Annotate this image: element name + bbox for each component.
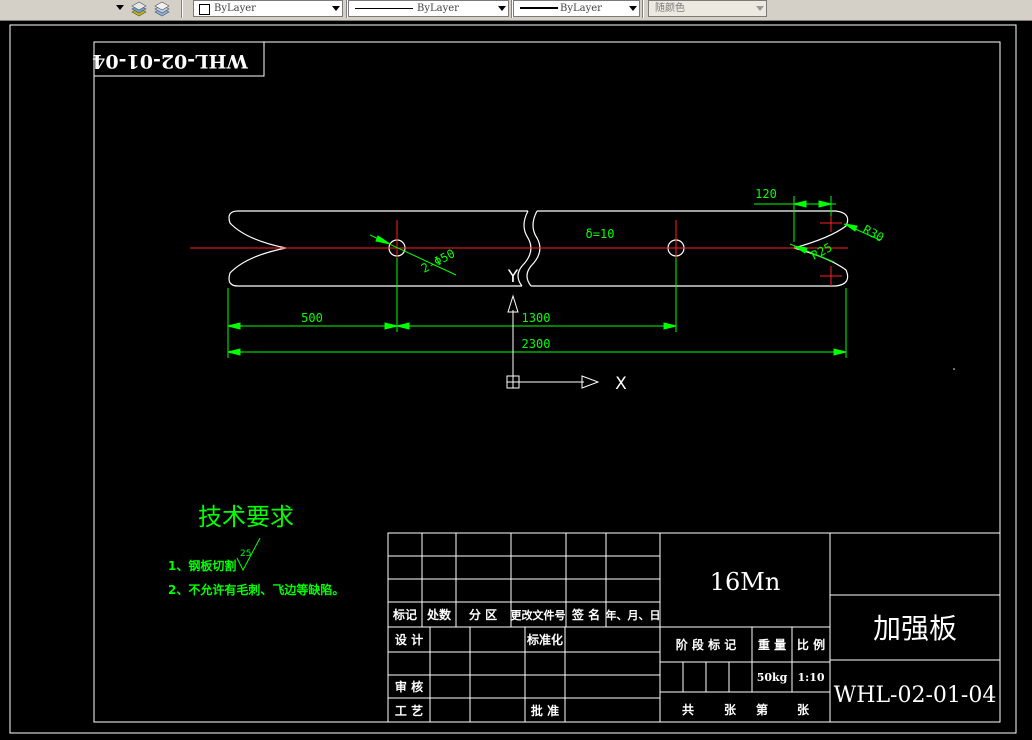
sheets-unit2-label: 张 [797, 702, 810, 717]
title-block-texts: 标记 处数 分 区 更改文件号 签 名 年、月、日 设 计 标准化 审 核 工 … [392, 568, 996, 718]
chevron-down-icon [498, 6, 506, 11]
tech-note-1: 1、钢板切割 [168, 558, 236, 573]
roughness-value: 25 [240, 549, 251, 559]
dim-2300-label: 2300 [522, 337, 551, 351]
axis-x-label: X [615, 374, 627, 394]
layer-stack-icon[interactable] [130, 1, 148, 17]
drawing-number: WHL-02-01-04 [834, 683, 997, 708]
rev-date-label: 年、月、日 [606, 608, 661, 622]
rev-count-label: 处数 [426, 607, 452, 622]
dim-120-label: 120 [755, 187, 777, 201]
review-label: 审 核 [395, 679, 423, 694]
lineweight-value: ByLayer [560, 3, 602, 14]
sheet-no-label: 第 [756, 702, 768, 717]
color-control-dropdown[interactable]: ByLayer [193, 0, 343, 17]
linetype-preview [355, 8, 413, 9]
lineweight-preview [520, 7, 558, 9]
stage-mark-label: 阶 段 标 记 [676, 637, 737, 652]
technical-requirements: 技术要求 1、钢板切割 25 2、不允许有毛刺、飞边等缺陷。 [168, 503, 344, 597]
holes-label: 2-Φ50 [419, 246, 457, 275]
axis-y-label: Y [507, 267, 519, 287]
approve-label: 批 准 [531, 703, 559, 718]
weight-label: 重 量 [758, 637, 786, 652]
chevron-down-icon [629, 6, 637, 11]
part-name: 加强板 [873, 612, 957, 645]
dimension-lines [227, 196, 881, 358]
sheets-unit1-label: 张 [724, 702, 737, 717]
chevron-down-icon [756, 6, 764, 11]
chevron-down-icon [332, 6, 340, 11]
rev-doc-label: 更改文件号 [511, 608, 566, 622]
weight-value: 50kg [757, 671, 788, 684]
stray-point [953, 368, 955, 370]
drawing-canvas[interactable]: WHL-02-01-04 500 1300 2300 120 2-Φ50 R30… [0, 20, 1032, 740]
scale-label: 比 例 [797, 637, 825, 652]
radius-r25-label: R25 [809, 240, 835, 263]
linetype-control-dropdown[interactable]: ByLayer [348, 0, 509, 17]
tech-title: 技术要求 [198, 503, 294, 531]
linetype-value: ByLayer [417, 3, 459, 14]
rev-mark-label: 标记 [392, 607, 417, 622]
header-code-text: WHL-02-01-04 [92, 50, 249, 72]
standardize-label: 标准化 [526, 632, 563, 647]
process-label: 工 艺 [395, 703, 423, 718]
tech-note-2: 2、不允许有毛刺、飞边等缺陷。 [168, 582, 344, 597]
layer-states-icon[interactable] [153, 1, 171, 17]
rev-zone-label: 分 区 [469, 607, 497, 622]
design-label: 设 计 [395, 632, 423, 647]
header-code-box: WHL-02-01-04 [92, 41, 265, 77]
center-lines [190, 214, 848, 286]
plotstyle-control-dropdown: 随颜色 [648, 0, 767, 17]
scale-value: 1:10 [797, 671, 824, 684]
plotstyle-value: 随颜色 [655, 3, 685, 14]
dropdown-arrow-icon[interactable] [116, 5, 124, 10]
rev-sign-label: 签 名 [571, 607, 600, 622]
color-value: ByLayer [214, 3, 256, 14]
roughness-symbol: 25 [236, 537, 261, 572]
dim-1300-label: 1300 [522, 311, 551, 325]
properties-toolbar: ByLayer ByLayer ByLayer 随颜色 [0, 0, 1032, 21]
lineweight-control-dropdown[interactable]: ByLayer [513, 0, 640, 17]
dim-500-label: 500 [301, 311, 323, 325]
sheets-total-label: 共 [682, 702, 694, 717]
thickness-label: δ=10 [586, 227, 615, 241]
color-swatch [199, 4, 210, 15]
radius-r30-label: R30 [861, 222, 887, 245]
material-value: 16Mn [710, 568, 781, 596]
